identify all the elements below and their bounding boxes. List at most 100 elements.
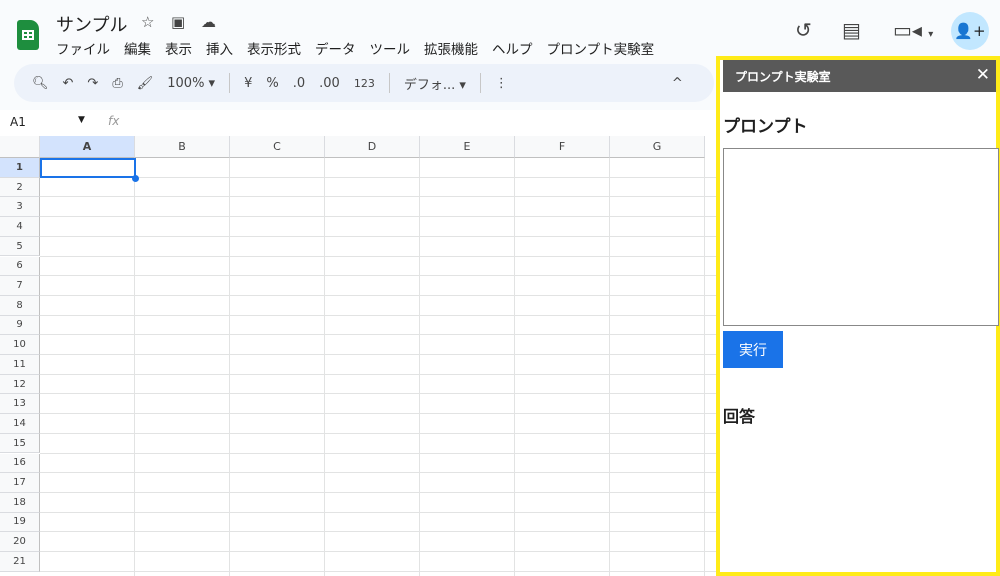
row-line [40, 491, 716, 493]
corner-cell[interactable] [0, 136, 40, 158]
menu-item[interactable]: ツール [370, 38, 411, 58]
row-header[interactable]: 11 [0, 355, 40, 375]
column-header[interactable]: A [40, 136, 135, 158]
row-line [40, 551, 716, 552]
prompt-input[interactable] [723, 148, 999, 326]
redo-icon[interactable]: ↷ [87, 76, 98, 91]
row-line [40, 216, 716, 218]
paint-format-icon[interactable]: 🖌︎ [137, 76, 154, 91]
version-history-icon[interactable]: ↺ [795, 18, 812, 42]
cloud-status-icon[interactable]: ☁ [201, 13, 216, 31]
name-box[interactable]: A1 [10, 115, 26, 129]
sheets-logo-icon[interactable] [17, 20, 39, 50]
meet-icon[interactable]: ▭◂ ▾ [893, 18, 933, 42]
row-header[interactable]: 7 [0, 276, 40, 296]
run-button[interactable]: 実行 [723, 331, 783, 368]
row-line [40, 511, 716, 513]
collapse-icon[interactable]: ^ [672, 76, 683, 91]
document-title[interactable]: サンプル [56, 11, 127, 37]
column-header[interactable]: D [325, 136, 420, 158]
row-line [40, 196, 716, 198]
star-icon[interactable]: ☆ [141, 13, 154, 31]
answer-heading: 回答 [723, 407, 756, 426]
menu-item[interactable]: ヘルプ [492, 38, 533, 58]
column-header[interactable]: F [515, 136, 610, 158]
column-header[interactable]: G [610, 136, 705, 158]
font-select[interactable]: デフォ... ▾ [404, 74, 466, 93]
column-line [419, 158, 420, 576]
spreadsheet-grid[interactable]: A B C D E F G 1 2 3 4 5 6 7 8 9 10 11 12 13 14 15 16 17 18 19 20 21 [0, 136, 716, 576]
currency-button[interactable]: ¥ [244, 76, 252, 91]
row-header[interactable]: 18 [0, 492, 40, 513]
menu-bar: ファイル 編集 表示 挿入 表示形式 データ ツール 拡張機能 ヘルプ プロンプト実験室 [56, 38, 654, 58]
row-header[interactable]: 9 [0, 315, 40, 336]
prompt-heading: プロンプト [723, 117, 808, 137]
column-header[interactable]: C [230, 136, 325, 158]
row-header[interactable]: 19 [0, 512, 40, 533]
row-header[interactable]: 1 [0, 158, 40, 178]
row-header[interactable]: 17 [0, 473, 40, 493]
column-line [704, 158, 705, 576]
row-line [40, 531, 716, 533]
move-folder-icon[interactable]: ▣ [171, 13, 185, 31]
decrease-decimal-button[interactable]: .0 [293, 76, 305, 91]
row-header[interactable]: 14 [0, 414, 40, 434]
row-header[interactable]: 8 [0, 295, 40, 316]
row-line [40, 413, 716, 415]
search-icon[interactable]: 🔍︎ [32, 76, 49, 91]
toolbar: 🔍︎ ↶ ↷ ⎙ 🖌︎ 100% ▾ ¥ % .0 .00 123 デフォ...… [14, 64, 714, 102]
percent-button[interactable]: % [266, 76, 278, 91]
menu-item[interactable]: 編集 [124, 38, 151, 58]
row-header[interactable]: 20 [0, 532, 40, 552]
formula-input[interactable] [130, 114, 710, 132]
comments-icon[interactable]: ▤ [842, 18, 861, 42]
fill-handle[interactable] [132, 175, 139, 182]
menu-item[interactable]: プロンプト実験室 [547, 38, 655, 58]
row-header[interactable]: 4 [0, 217, 40, 237]
increase-decimal-button[interactable]: .00 [319, 76, 340, 91]
row-header[interactable]: 13 [0, 394, 40, 415]
sidebar-title: プロンプト実験室 [735, 69, 831, 84]
row-line [40, 235, 716, 237]
row-line [40, 373, 716, 375]
name-box-dropdown-icon[interactable]: ▼ [78, 115, 85, 125]
print-icon[interactable]: ⎙ [112, 76, 122, 91]
number-format-button[interactable]: 123 [354, 77, 375, 90]
undo-icon[interactable]: ↶ [63, 76, 74, 91]
menu-item[interactable]: 表示形式 [247, 38, 301, 58]
column-line [324, 158, 325, 576]
more-icon[interactable]: ⋮ [495, 76, 508, 91]
share-button[interactable]: 👤+ [951, 12, 989, 50]
row-header[interactable]: 10 [0, 335, 40, 355]
close-icon[interactable]: ✕ [976, 65, 990, 85]
row-header[interactable]: 16 [0, 453, 40, 474]
row-header[interactable]: 3 [0, 197, 40, 218]
zoom-select[interactable]: 100% ▾ [167, 76, 215, 91]
column-line [134, 158, 135, 576]
column-header[interactable]: E [420, 136, 515, 158]
divider [229, 73, 231, 93]
menu-item[interactable]: 拡張機能 [424, 38, 478, 58]
menu-item[interactable]: データ [315, 38, 356, 58]
row-header[interactable]: 5 [0, 236, 40, 257]
menu-item[interactable]: ファイル [56, 38, 110, 58]
row-line [40, 176, 716, 178]
row-line [40, 294, 716, 296]
row-line [40, 432, 716, 434]
sidebar-header: プロンプト実験室 ✕ [723, 60, 996, 92]
column-line [514, 158, 515, 576]
menu-item[interactable]: 挿入 [206, 38, 233, 58]
row-header[interactable]: 21 [0, 552, 40, 572]
column-header[interactable]: B [135, 136, 230, 158]
column-line [609, 158, 610, 576]
selected-cell[interactable] [40, 158, 136, 178]
row-line [40, 354, 716, 355]
row-header[interactable]: 15 [0, 433, 40, 454]
row-header[interactable]: 6 [0, 256, 40, 277]
row-header[interactable]: 12 [0, 374, 40, 395]
row-line [40, 314, 716, 316]
menu-item[interactable]: 表示 [165, 38, 192, 58]
fx-icon: fx [108, 114, 120, 128]
row-line [40, 452, 716, 454]
row-header[interactable]: 2 [0, 177, 40, 198]
